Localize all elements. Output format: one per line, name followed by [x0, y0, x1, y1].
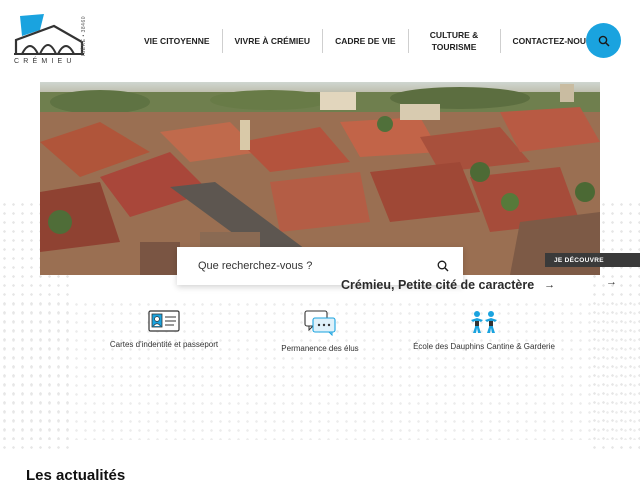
main-nav: VIE CITOYENNE VIVRE À CRÉMIEU CADRE DE V… — [132, 24, 604, 58]
hero-caption: Crémieu, Petite cité de caractère — [341, 278, 535, 292]
quick-link-ecole[interactable]: École des Dauphins Cantine & Garderie — [410, 310, 558, 352]
nav-culture-tourisme[interactable]: CULTURE & TOURISME — [409, 29, 501, 53]
header-search-button[interactable] — [586, 23, 621, 58]
logo-name: CRÉMIEU — [14, 58, 76, 65]
search-icon[interactable] — [437, 260, 449, 272]
quick-link-id-card[interactable]: Cartes d'indentité et passeport — [96, 310, 232, 350]
arrow-right-icon: → — [544, 279, 556, 291]
discover-tag[interactable]: JE DÉCOUVRE — [545, 253, 640, 267]
children-icon — [471, 311, 497, 333]
logo-side-text: ISÈRE • 38460 — [81, 16, 87, 56]
nav-vivre-a-cremieu[interactable]: VIVRE À CRÉMIEU — [223, 29, 324, 53]
quick-link-label: Cartes d'indentité et passeport — [109, 340, 219, 349]
news-section-title: Les actualités — [26, 467, 126, 480]
nav-cadre-de-vie[interactable]: CADRE DE VIE — [323, 29, 409, 53]
nav-vie-citoyenne[interactable]: VIE CITOYENNE — [132, 29, 223, 53]
search-input[interactable] — [198, 260, 428, 272]
search-icon — [598, 35, 610, 47]
hero-caption-link[interactable]: Crémieu, Petite cité de caractère → — [341, 278, 555, 292]
id-card-icon — [148, 310, 180, 332]
header: ISÈRE • 38460 CRÉMIEU VIE CITOYENNE VIVR… — [0, 0, 640, 80]
hero-next-arrow-icon[interactable]: → — [606, 276, 617, 288]
quick-link-label: École des Dauphins Cantine & Garderie — [413, 342, 555, 351]
chat-bubbles-icon — [304, 310, 336, 336]
quick-link-label: Permanence des élus — [281, 344, 359, 353]
quick-link-permanence[interactable]: Permanence des élus — [262, 310, 378, 354]
